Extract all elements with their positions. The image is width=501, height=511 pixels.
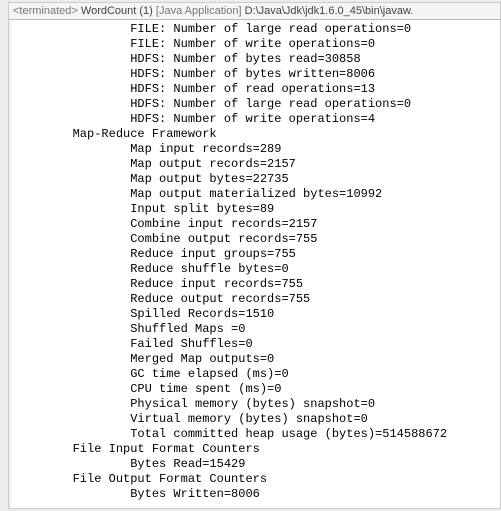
console-line: Combine output records=755 bbox=[15, 232, 500, 247]
console-line: GC time elapsed (ms)=0 bbox=[15, 367, 500, 382]
console-line: Bytes Read=15429 bbox=[15, 457, 500, 472]
console-line: Reduce output records=755 bbox=[15, 292, 500, 307]
console-view: <terminated> WordCount (1) [Java Applica… bbox=[0, 0, 501, 511]
console-line: Bytes Written=8006 bbox=[15, 487, 500, 502]
console-line: Input split bytes=89 bbox=[15, 202, 500, 217]
console-line: Physical memory (bytes) snapshot=0 bbox=[15, 397, 500, 412]
console-line: Map output materialized bytes=10992 bbox=[15, 187, 500, 202]
console-line: FILE: Number of large read operations=0 bbox=[15, 22, 500, 37]
console-line: HDFS: Number of bytes written=8006 bbox=[15, 67, 500, 82]
console-line: Map output records=2157 bbox=[15, 157, 500, 172]
console-line: Map input records=289 bbox=[15, 142, 500, 157]
console-line: Total committed heap usage (bytes)=51458… bbox=[15, 427, 500, 442]
exec-path: D:\Java\Jdk\jdk1.6.0_45\bin\javaw. bbox=[245, 5, 414, 17]
console-line: CPU time spent (ms)=0 bbox=[15, 382, 500, 397]
console-line: Shuffled Maps =0 bbox=[15, 322, 500, 337]
console-line: HDFS: Number of large read operations=0 bbox=[15, 97, 500, 112]
console-line: Map output bytes=22735 bbox=[15, 172, 500, 187]
app-name: WordCount (1) bbox=[81, 5, 153, 17]
console-line: Reduce input records=755 bbox=[15, 277, 500, 292]
gutter bbox=[9, 20, 11, 508]
console-line: Failed Shuffles=0 bbox=[15, 337, 500, 352]
console-line: HDFS: Number of bytes read=30858 bbox=[15, 52, 500, 67]
console-line: File Input Format Counters bbox=[15, 442, 500, 457]
console-line: Combine input records=2157 bbox=[15, 217, 500, 232]
console-line: HDFS: Number of read operations=13 bbox=[15, 82, 500, 97]
console-line: File Output Format Counters bbox=[15, 472, 500, 487]
console-line: HDFS: Number of write operations=4 bbox=[15, 112, 500, 127]
app-type: [Java Application] bbox=[156, 5, 242, 17]
console-line: Reduce input groups=755 bbox=[15, 247, 500, 262]
console-header: <terminated> WordCount (1) [Java Applica… bbox=[8, 2, 501, 20]
console-line: Map-Reduce Framework bbox=[15, 127, 500, 142]
console-line: Reduce shuffle bytes=0 bbox=[15, 262, 500, 277]
console-line: Merged Map outputs=0 bbox=[15, 352, 500, 367]
console-line: Spilled Records=1510 bbox=[15, 307, 500, 322]
run-status: <terminated> bbox=[13, 5, 78, 17]
console-line: Virtual memory (bytes) snapshot=0 bbox=[15, 412, 500, 427]
console-output-area[interactable]: FILE: Number of large read operations=0 … bbox=[8, 20, 501, 509]
console-line: FILE: Number of write operations=0 bbox=[15, 37, 500, 52]
console-text: FILE: Number of large read operations=0 … bbox=[9, 20, 500, 504]
